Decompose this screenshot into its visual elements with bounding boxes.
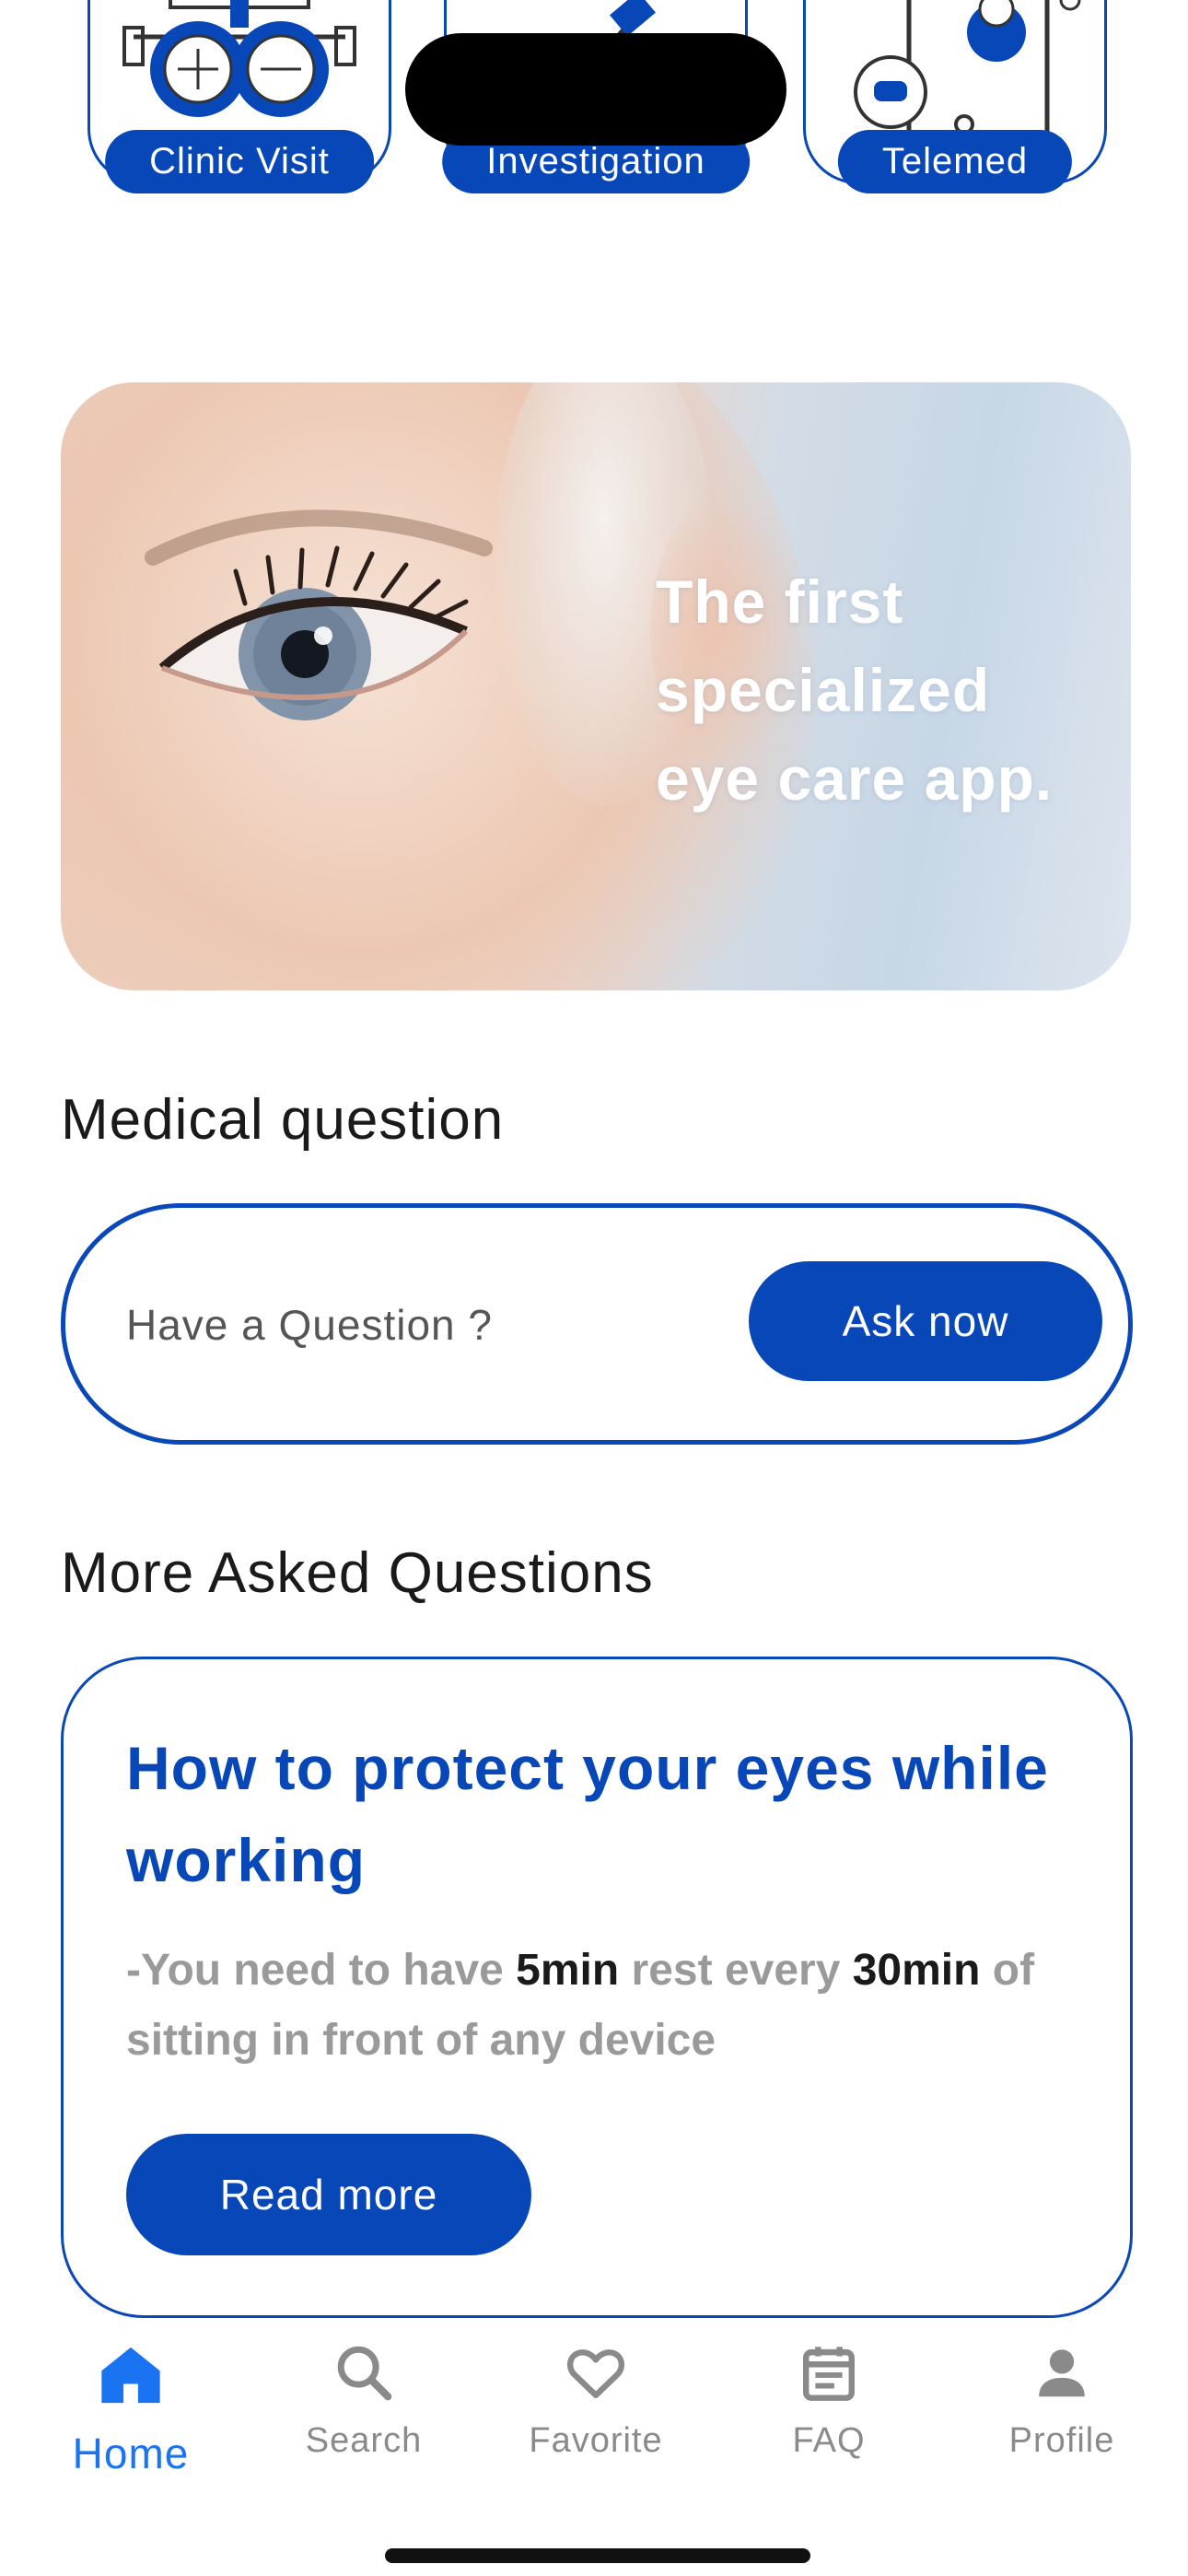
tab-favorite[interactable]: Favorite	[504, 2340, 688, 2461]
hero-line: eye care app.	[656, 744, 1054, 813]
ask-now-button[interactable]: Ask now	[749, 1261, 1102, 1381]
person-icon	[1039, 2349, 1085, 2397]
home-icon	[101, 2347, 160, 2404]
question-placeholder[interactable]: Have a Question ?	[126, 1300, 493, 1350]
medical-question-title: Medical question	[61, 1088, 505, 1152]
more-asked-questions-title: More Asked Questions	[61, 1541, 654, 1605]
eye-illustration	[145, 509, 493, 720]
hero-banner: The first specialized eye care app.	[61, 382, 1131, 990]
search-icon	[337, 2346, 392, 2401]
hero-line: specialized	[656, 656, 991, 724]
eye-exam-frame-icon	[122, 0, 356, 117]
article-body: -You need to have 5min rest every 30min …	[126, 1936, 1093, 2076]
article-body-text: rest every	[619, 1946, 853, 1995]
article-body-text: -You need to have	[126, 1946, 517, 1995]
article-body-highlight: 30min	[852, 1946, 981, 1995]
service-card-clinic-visit[interactable]: Clinic Visit	[87, 0, 391, 193]
faq-article-card[interactable]: How to protect your eyes while working -…	[61, 1657, 1133, 2318]
tab-label: Profile	[1008, 2421, 1115, 2460]
service-label: Telemed	[837, 130, 1073, 193]
heart-icon	[566, 2349, 625, 2398]
home-indicator[interactable]	[385, 2548, 810, 2563]
tab-label: Favorite	[529, 2421, 663, 2460]
read-more-button[interactable]: Read more	[126, 2134, 531, 2255]
tab-label: Search	[305, 2421, 423, 2460]
calendar-icon	[803, 2347, 855, 2401]
tab-search[interactable]: Search	[272, 2340, 456, 2461]
service-label: Clinic Visit	[105, 130, 374, 193]
service-card-telemed[interactable]: Telemed	[803, 0, 1107, 193]
tab-label: Home	[72, 2430, 190, 2477]
hero-tagline: The first specialized eye care app.	[656, 557, 1116, 823]
question-input-box[interactable]: Have a Question ? Ask now	[61, 1203, 1133, 1445]
article-body-highlight: 5min	[516, 1946, 620, 1995]
tab-profile[interactable]: Profile	[970, 2340, 1154, 2461]
article-title: How to protect your eyes while working	[126, 1734, 1049, 1894]
tab-faq[interactable]: FAQ	[737, 2340, 921, 2461]
hero-line: The first	[656, 568, 904, 636]
bottom-tab-bar: Home Search Favorite FAQ Profile	[0, 2322, 1188, 2576]
tab-home[interactable]: Home	[39, 2340, 223, 2478]
tab-label: FAQ	[792, 2421, 866, 2460]
redaction-block	[405, 33, 786, 146]
